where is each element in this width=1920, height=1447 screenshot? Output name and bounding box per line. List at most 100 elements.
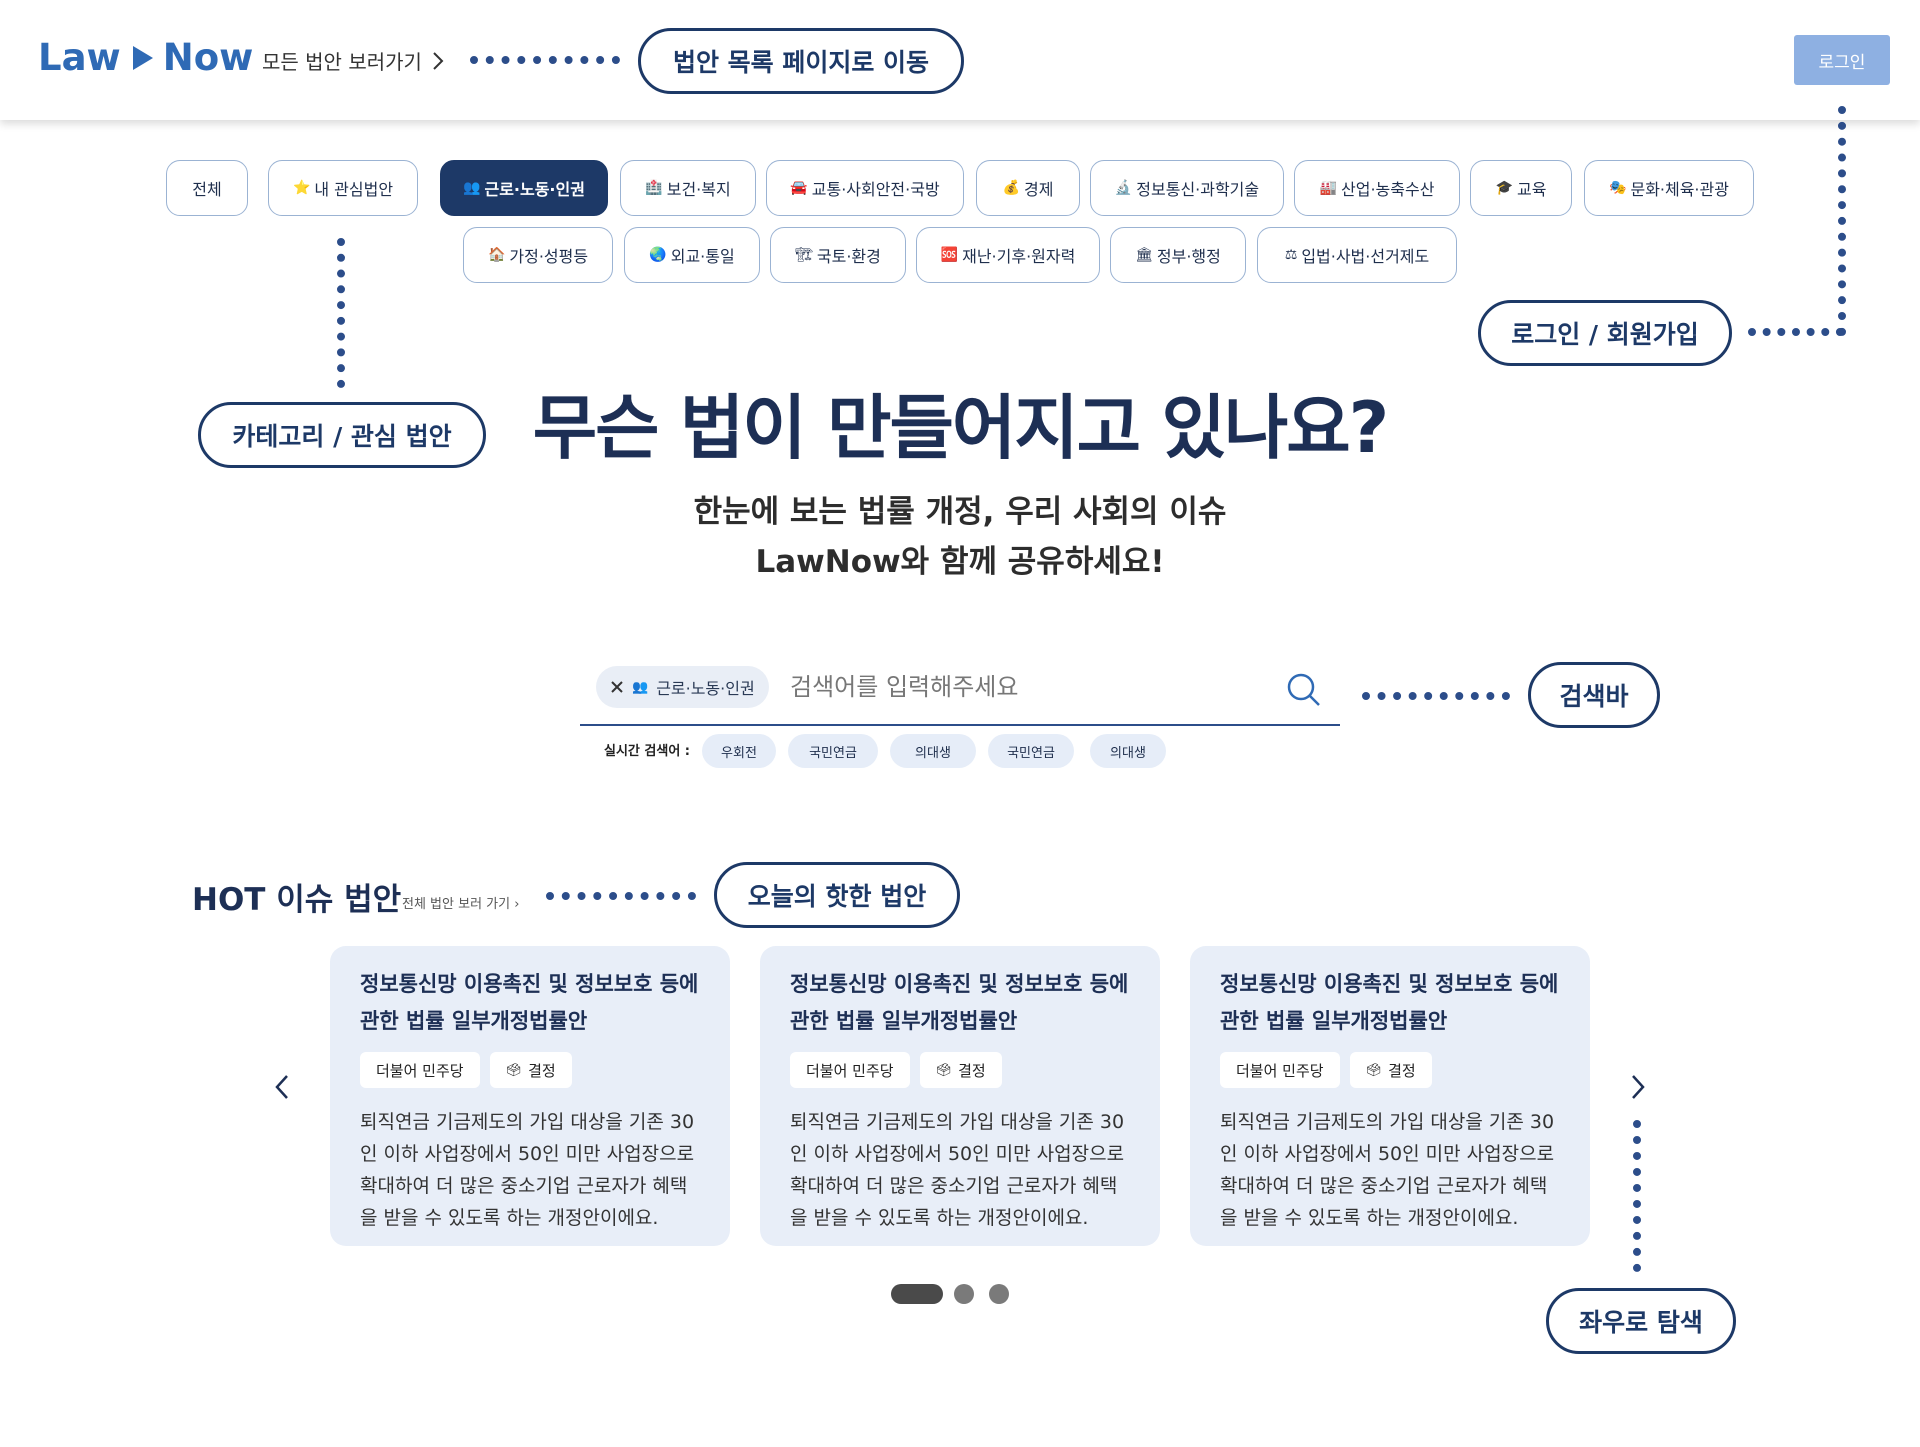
hero-title: 무슨 법이 만들어지고 있나요? — [532, 387, 1390, 469]
play-icon — [132, 45, 153, 70]
search-icon[interactable] — [1286, 672, 1322, 708]
chevron-left-icon — [275, 1075, 288, 1099]
party-tag: 더불어 민주당 — [1220, 1052, 1340, 1088]
party-tag: 더불어 민주당 — [360, 1052, 480, 1088]
carousel-prev-arrow[interactable] — [274, 1073, 290, 1109]
category-chip-family[interactable]: 🏠 가정·성평등 — [463, 227, 613, 283]
carousel-dot[interactable] — [989, 1284, 1009, 1304]
category-chip-land[interactable]: 🏗 국토·환경 — [770, 227, 906, 283]
chevron-right-icon — [1632, 1075, 1645, 1099]
sos-icon: 🆘 — [940, 247, 959, 263]
bill-description: 퇴직연금 기금제도의 가입 대상을 기존 30인 이하 사업장에서 50인 미만… — [1220, 1111, 1555, 1229]
category-chip-label: 교육 — [1516, 180, 1547, 199]
hot-bill-card[interactable]: 정보통신망 이용촉진 및 정보보호 등에 관한 법률 일부개정법률안 더불어 민… — [330, 946, 730, 1246]
status-tag-label: 결정 — [958, 1061, 986, 1080]
search-category-tag[interactable]: 👥 근로·노동·인권 — [596, 666, 769, 708]
house-icon: 🏠 — [487, 247, 506, 263]
callout-bill-list: 법안 목록 페이지로 이동 — [638, 28, 964, 94]
category-chip-my-interest[interactable]: ⭐ 내 관심법안 — [268, 160, 418, 216]
trending-keyword[interactable]: 국민연금 — [988, 734, 1074, 768]
connector-login-vertical — [1838, 106, 1846, 336]
carousel-dot[interactable] — [954, 1284, 974, 1304]
category-chip-labor[interactable]: 👥 근로·노동·인권 — [440, 160, 608, 216]
connector-category — [337, 238, 345, 388]
category-chip-disaster[interactable]: 🆘 재난·기후·원자력 — [916, 227, 1100, 283]
category-chip-label: 교통·사회안전·국방 — [811, 180, 940, 199]
category-chip-label: 경제 — [1023, 180, 1054, 199]
category-chip-education[interactable]: 🎓 교육 — [1470, 160, 1572, 216]
category-chip-label: 국토·환경 — [816, 247, 881, 266]
factory-icon: 🏭 — [1319, 180, 1338, 196]
all-bills-link[interactable]: 모든 법안 보러가기 — [262, 46, 444, 75]
bill-tags: 더불어 민주당 🗳 결정 — [360, 1052, 700, 1088]
bill-tags: 더불어 민주당 🗳 결정 — [790, 1052, 1130, 1088]
close-icon[interactable] — [610, 680, 624, 694]
status-tag: 🗳 결정 — [919, 1052, 1002, 1088]
category-chip-government[interactable]: 🏛 정부·행정 — [1110, 227, 1246, 283]
category-chip-label: 산업·농축수산 — [1341, 180, 1435, 199]
connector-hot-bills — [546, 892, 696, 900]
hot-all-bills-link[interactable]: 전체 법안 보러 가기 › — [402, 893, 519, 912]
connector-bill-list — [470, 56, 620, 64]
carousel-next-arrow[interactable] — [1630, 1073, 1646, 1109]
category-chip-diplomacy[interactable]: 🌏 외교·통일 — [624, 227, 760, 283]
category-chip-label: 전체 — [192, 180, 222, 199]
category-chip-industry[interactable]: 🏭 산업·농축수산 — [1294, 160, 1460, 216]
carousel-dot[interactable] — [891, 1284, 943, 1304]
category-chip-label: 내 관심법안 — [314, 180, 394, 199]
star-icon: ⭐ — [292, 180, 311, 196]
scales-icon: ⚖ — [1284, 247, 1298, 263]
ballot-box-icon: 🗳 — [935, 1062, 953, 1078]
trending-keyword[interactable]: 국민연금 — [788, 734, 878, 768]
party-tag-label: 더불어 민주당 — [376, 1061, 464, 1080]
category-chip-label: 재난·기후·원자력 — [962, 247, 1076, 266]
party-tag-label: 더불어 민주당 — [1236, 1061, 1324, 1080]
connector-browse — [1633, 1120, 1641, 1272]
hospital-icon: 🏥 — [645, 180, 663, 196]
microscope-icon: 🔬 — [1114, 180, 1133, 196]
trending-label: 실시간 검색어 : — [604, 744, 691, 759]
bill-title: 정보통신망 이용촉진 및 정보보호 등에 관한 법률 일부개정법률안 — [360, 972, 699, 1033]
graduation-cap-icon: 🎓 — [1495, 180, 1513, 196]
category-chip-economy[interactable]: 💰 경제 — [976, 160, 1080, 216]
category-chip-all[interactable]: 전체 — [166, 160, 248, 216]
hot-bill-card[interactable]: 정보통신망 이용촉진 및 정보보호 등에 관한 법률 일부개정법률안 더불어 민… — [760, 946, 1160, 1246]
category-chip-ict[interactable]: 🔬 정보통신·과학기술 — [1090, 160, 1284, 216]
globe-icon: 🌏 — [649, 247, 667, 263]
status-tag-label: 결정 — [1388, 1061, 1416, 1080]
construction-icon: 🏗 — [795, 247, 813, 263]
logo[interactable]: Law Now — [38, 36, 253, 79]
logo-text-law: Law — [38, 36, 121, 79]
search-tag-label: 근로·노동·인권 — [656, 679, 755, 698]
hero-subtitle-line1: 한눈에 보는 법률 개정, 우리 사회의 이슈 — [693, 494, 1227, 530]
hot-section-title: HOT 이슈 법안 — [192, 882, 402, 918]
category-chip-label: 근로·노동·인권 — [484, 180, 585, 199]
callout-hot-bills: 오늘의 핫한 법안 — [714, 862, 960, 928]
login-button[interactable]: 로그인 — [1794, 35, 1890, 85]
party-tag: 더불어 민주당 — [790, 1052, 910, 1088]
bill-description: 퇴직연금 기금제도의 가입 대상을 기존 30인 이하 사업장에서 50인 미만… — [790, 1111, 1125, 1229]
category-chip-label: 외교·통일 — [670, 247, 735, 266]
category-chip-label: 정부·행정 — [1156, 247, 1221, 266]
ballot-box-icon: 🗳 — [1365, 1062, 1383, 1078]
category-chip-label: 가정·성평등 — [509, 247, 589, 266]
status-tag: 🗳 결정 — [489, 1052, 572, 1088]
category-chip-label: 문화·체육·관광 — [1630, 180, 1729, 199]
category-chip-culture[interactable]: 🎭 문화·체육·관광 — [1584, 160, 1754, 216]
hot-bill-card[interactable]: 정보통신망 이용촉진 및 정보보호 등에 관한 법률 일부개정법률안 더불어 민… — [1190, 946, 1590, 1246]
category-chip-health[interactable]: 🏥 보건·복지 — [620, 160, 756, 216]
search-tag-icon: 👥 — [632, 679, 649, 695]
trending-keyword[interactable]: 우회전 — [702, 734, 776, 768]
category-chip-transport[interactable]: 🚘 교통·사회안전·국방 — [766, 160, 964, 216]
hero-subtitle-line2: LawNow와 함께 공유하세요! — [755, 544, 1165, 580]
bill-description: 퇴직연금 기금제도의 가입 대상을 기존 30인 이하 사업장에서 50인 미만… — [360, 1111, 695, 1229]
people-icon: 👥 — [463, 180, 481, 196]
logo-text-now: Now — [162, 36, 254, 79]
money-bag-icon: 💰 — [1002, 180, 1020, 196]
trending-keyword[interactable]: 의대생 — [890, 734, 976, 768]
trending-keyword[interactable]: 의대생 — [1090, 734, 1166, 768]
theater-masks-icon: 🎭 — [1609, 180, 1627, 196]
category-chip-legislation[interactable]: ⚖ 입법·사법·선거제도 — [1257, 227, 1457, 283]
status-tag-label: 결정 — [528, 1061, 556, 1080]
search-input[interactable] — [790, 666, 1270, 708]
